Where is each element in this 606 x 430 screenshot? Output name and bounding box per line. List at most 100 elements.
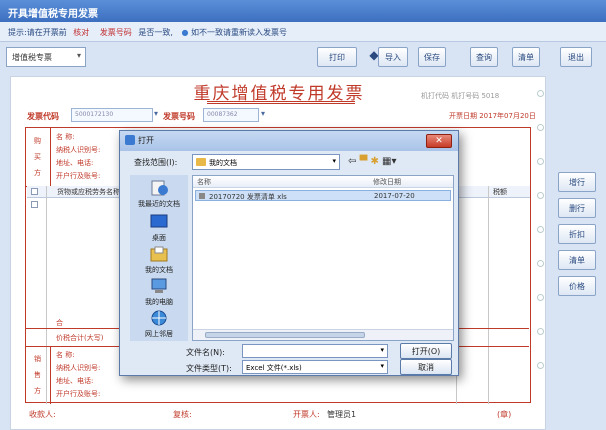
buyer-side-3: 方 xyxy=(34,169,41,177)
list-button[interactable]: 清单 xyxy=(512,47,540,67)
lookin-value: 我的文档 xyxy=(209,159,237,167)
seller-address-label: 地址、电话: xyxy=(56,377,94,385)
file-row[interactable]: 20170720 发票清单 xls 2017-07-20 xyxy=(195,190,451,201)
back-arrow-icon[interactable]: ⇦ xyxy=(348,156,356,167)
invoice-date: 开票日期 2017年07月20日 xyxy=(449,112,536,120)
file-list: 名称 修改日期 20170720 发票清单 xls 2017-07-20 xyxy=(192,175,454,341)
filetype-label: 文件类型(T): xyxy=(186,364,232,373)
place-label: 我最近的文档 xyxy=(138,200,180,208)
invoice-type-value: 增值税专票 xyxy=(12,53,52,62)
dialog-nav-icons: ⇦ ▀ ✱ ▦▾ xyxy=(348,156,397,167)
scrollbar-thumb[interactable] xyxy=(205,332,365,338)
punch-hole xyxy=(537,192,544,199)
list-side-button[interactable]: 清单 xyxy=(558,250,596,270)
grid-line xyxy=(50,346,51,404)
place-desktop[interactable]: 桌面 xyxy=(134,213,184,243)
buyer-side-2: 买 xyxy=(34,153,41,161)
new-folder-icon[interactable]: ✱ xyxy=(370,156,378,167)
exit-button[interactable]: 退出 xyxy=(560,47,592,67)
row-checkbox[interactable] xyxy=(31,201,38,208)
notice-text-2: 核对 xyxy=(73,28,90,37)
punch-holes-right xyxy=(537,90,545,396)
total-label: 价税合计(大写) xyxy=(56,334,104,342)
punch-hole xyxy=(537,90,544,97)
invoice-meta: 机打代码 机打号码 5018 xyxy=(421,92,500,100)
place-recent[interactable]: 我最近的文档 xyxy=(134,179,184,209)
title-underline xyxy=(207,101,355,104)
invoice-number-label: 发票号码 xyxy=(163,112,195,121)
reviewer-label: 复核: xyxy=(173,410,192,419)
punch-hole xyxy=(537,226,544,233)
places-bar: 我最近的文档 桌面 我的文档 我的电脑 网上邻居 xyxy=(130,175,188,341)
open-file-dialog: 打开 ✕ 查找范围(I): 我的文档 ▾ ⇦ ▀ ✱ ▦▾ 我最近的文档 桌面 … xyxy=(119,130,459,376)
place-network[interactable]: 网上邻居 xyxy=(134,309,184,339)
discount-button[interactable]: 折扣 xyxy=(558,224,596,244)
seller-side-2: 售 xyxy=(34,371,41,379)
seller-side-1: 销 xyxy=(34,355,41,363)
place-label: 网上邻居 xyxy=(145,330,173,338)
filetype-select[interactable]: Excel 文件(*.xls) ▾ xyxy=(242,360,388,374)
filetype-value: Excel 文件(*.xls) xyxy=(246,364,302,372)
drawer-name: 管理员1 xyxy=(327,410,357,419)
payee-label: 收款人: xyxy=(29,410,56,419)
close-icon[interactable]: ✕ xyxy=(426,134,452,148)
filename-label: 文件名(N): xyxy=(186,348,225,357)
chevron-down-icon: ▾ xyxy=(380,346,384,354)
seller-taxid-label: 纳税人识别号: xyxy=(56,364,101,372)
punch-hole xyxy=(537,158,544,165)
add-row-button[interactable]: 增行 xyxy=(558,172,596,192)
window-titlebar: 开具增值税专用发票 xyxy=(0,0,606,22)
up-folder-icon[interactable]: ▀ xyxy=(360,156,368,167)
delete-row-button[interactable]: 删行 xyxy=(558,198,596,218)
invoice-code-label: 发票代码 xyxy=(27,112,59,121)
my-computer-icon xyxy=(151,278,167,293)
place-computer[interactable]: 我的电脑 xyxy=(134,277,184,307)
lookin-select[interactable]: 我的文档 ▾ xyxy=(192,154,340,170)
buyer-side-1: 购 xyxy=(34,137,41,145)
column-date-header[interactable]: 修改日期 xyxy=(373,177,401,187)
notice-text-4: 是否一致, xyxy=(138,28,173,37)
seller-bank-label: 开户行及账号: xyxy=(56,390,101,398)
filename-input[interactable]: ▾ xyxy=(242,344,388,358)
invoice-code-field[interactable]: 5000172130 xyxy=(71,108,153,122)
notice-bar: 提示:请在开票前 核对 发票号码 是否一致, ● 如不一致请重新读入发票号 xyxy=(0,22,606,42)
buyer-bank-label: 开户行及账号: xyxy=(56,172,101,180)
horizontal-scrollbar[interactable] xyxy=(193,329,453,340)
sum-label: 合 xyxy=(56,319,63,327)
buyer-address-label: 地址、电话: xyxy=(56,159,94,167)
excel-file-icon xyxy=(199,193,205,199)
chevron-down-icon[interactable]: ▾ xyxy=(154,109,158,118)
info-icon: ● xyxy=(181,28,189,37)
print-button[interactable]: 打印 xyxy=(317,47,357,67)
column-name-header[interactable]: 名称 xyxy=(197,177,211,187)
folder-icon xyxy=(196,158,206,166)
tax-header: 税额 xyxy=(493,188,507,196)
chevron-down-icon[interactable]: ▾ xyxy=(261,109,265,118)
save-button[interactable]: 保存 xyxy=(418,47,446,67)
seller-stamp-label: (章) xyxy=(497,410,512,419)
import-button[interactable]: 导入 xyxy=(378,47,408,67)
punch-hole xyxy=(537,294,544,301)
desktop-icon xyxy=(150,214,168,228)
query-button[interactable]: 查询 xyxy=(470,47,498,67)
invoice-number-field[interactable]: 00087362 xyxy=(203,108,259,122)
open-button[interactable]: 打开(O) xyxy=(400,343,452,359)
chevron-down-icon: ▾ xyxy=(332,157,336,165)
network-icon xyxy=(151,310,167,326)
seller-name-label: 名 称: xyxy=(56,351,75,359)
invoice-type-select[interactable]: 增值税专票 ▾ xyxy=(6,47,86,67)
price-button[interactable]: 价格 xyxy=(558,276,596,296)
view-menu-icon[interactable]: ▦▾ xyxy=(382,156,396,167)
dialog-titlebar: 打开 ✕ xyxy=(120,131,458,151)
toolbar: 增值税专票 ▾ 打印 ◆ 导入 保存 查询 清单 退出 xyxy=(0,42,606,72)
select-all-checkbox[interactable] xyxy=(31,188,38,195)
place-documents[interactable]: 我的文档 xyxy=(134,245,184,275)
seller-side-3: 方 xyxy=(34,387,41,395)
place-label: 我的电脑 xyxy=(145,298,173,306)
cancel-button[interactable]: 取消 xyxy=(400,359,452,375)
punch-hole xyxy=(537,260,544,267)
goods-name-header: 货物或应税劳务名称 xyxy=(57,188,120,196)
my-documents-icon xyxy=(150,246,168,262)
punch-hole xyxy=(537,328,544,335)
notice-text-1: 提示:请在开票前 xyxy=(8,28,67,37)
